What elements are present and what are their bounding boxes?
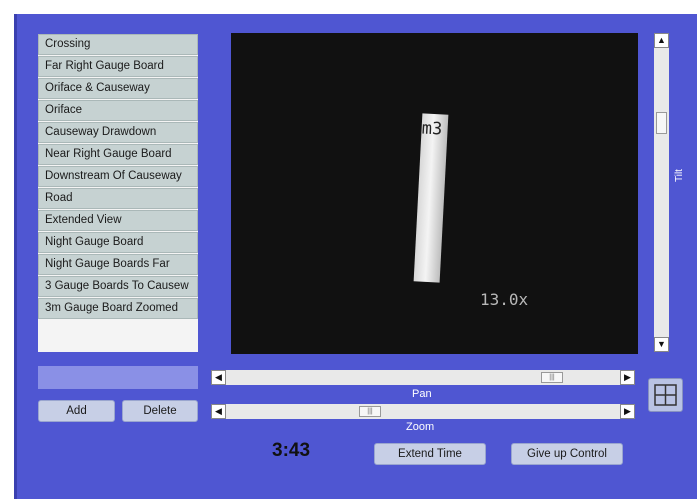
tilt-label: Tilt [674, 169, 685, 182]
give-up-control-button[interactable]: Give up Control [511, 443, 623, 465]
preset-item-road[interactable]: Road [38, 188, 198, 209]
preset-item-night-gauge-boards-far[interactable]: Night Gauge Boards Far [38, 254, 198, 275]
arrow-down-icon[interactable]: ▼ [654, 337, 669, 352]
preset-name-input[interactable] [38, 366, 198, 389]
zoom-scroll-thumb[interactable]: ||| [359, 406, 381, 417]
center-view-button[interactable] [648, 378, 683, 412]
add-button[interactable]: Add [38, 400, 115, 422]
extend-time-button[interactable]: Extend Time [374, 443, 486, 465]
panel-edge [14, 14, 17, 499]
app-root: Crossing Far Right Gauge Board Oriface &… [0, 0, 697, 499]
zoom-scrollbar[interactable] [211, 404, 635, 419]
preset-item-far-right-gauge-board[interactable]: Far Right Gauge Board [38, 56, 198, 77]
tilt-scroll-thumb[interactable] [656, 112, 667, 134]
crosshair-icon [654, 384, 677, 406]
arrow-up-icon[interactable]: ▲ [654, 33, 669, 48]
pan-scrollbar[interactable] [211, 370, 635, 385]
pan-scroll-thumb[interactable]: ||| [541, 372, 563, 383]
preset-item-3m-gauge-board-zoomed[interactable]: 3m Gauge Board Zoomed [38, 298, 198, 319]
pan-label: Pan [412, 388, 432, 400]
delete-button[interactable]: Delete [122, 400, 198, 422]
preset-item-3-gauge-boards[interactable]: 3 Gauge Boards To Causew [38, 276, 198, 297]
tilt-scrollbar[interactable] [654, 33, 669, 352]
arrow-left-icon[interactable]: ◀ [211, 404, 226, 419]
preset-item-extended-view[interactable]: Extended View [38, 210, 198, 231]
preset-item-causeway-drawdown[interactable]: Causeway Drawdown [38, 122, 198, 143]
preset-item-oriface[interactable]: Oriface [38, 100, 198, 121]
zoom-label: Zoom [406, 421, 435, 433]
control-timer: 3:43 [272, 440, 311, 461]
preset-item-oriface-causeway[interactable]: Oriface & Causeway [38, 78, 198, 99]
arrow-right-icon[interactable]: ▶ [620, 370, 635, 385]
preset-item-near-right-gauge-board[interactable]: Near Right Gauge Board [38, 144, 198, 165]
arrow-left-icon[interactable]: ◀ [211, 370, 226, 385]
preset-list: Crossing Far Right Gauge Board Oriface &… [38, 34, 198, 352]
gauge-board-marking: m3 [421, 118, 443, 140]
preset-item-crossing[interactable]: Crossing [38, 34, 198, 55]
preset-item-night-gauge-board[interactable]: Night Gauge Board [38, 232, 198, 253]
arrow-right-icon[interactable]: ▶ [620, 404, 635, 419]
zoom-overlay-readout: 13.0x [480, 290, 529, 309]
preset-item-downstream-of-causeway[interactable]: Downstream Of Causeway [38, 166, 198, 187]
